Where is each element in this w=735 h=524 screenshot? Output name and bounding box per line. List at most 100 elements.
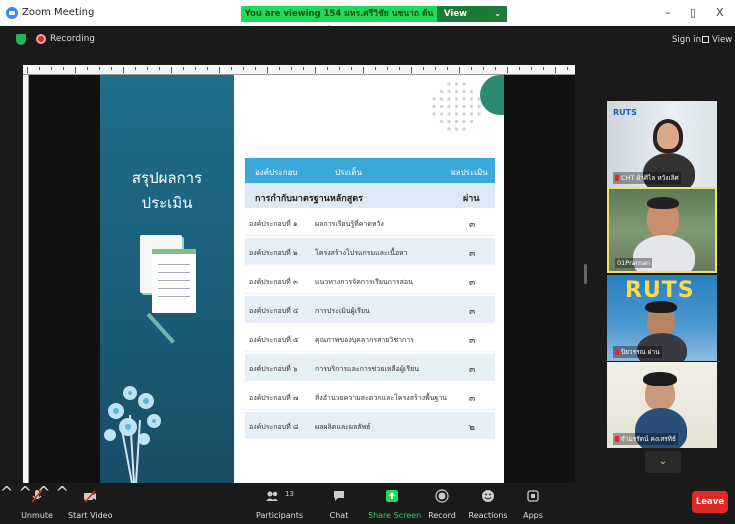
notepad-icon <box>152 249 196 313</box>
sign-in-link[interactable]: Sign in <box>672 35 701 45</box>
ruler-tick <box>447 67 448 70</box>
table-row: องค์ประกอบที่ ๑ ผลการเรียนรู้ที่คาดหวัง ๓ <box>245 209 495 236</box>
header-component: องค์ประกอบ <box>255 168 298 177</box>
decorative-dot <box>439 112 444 116</box>
ruler-tick <box>27 67 28 73</box>
row-result: ๓ <box>469 365 476 375</box>
ruler-tick <box>531 67 532 70</box>
ruts-logo: RUTS <box>613 108 637 117</box>
audio-options-caret[interactable]: ^ <box>0 483 13 502</box>
chat-icon <box>334 491 344 501</box>
close-button[interactable]: X <box>716 6 724 19</box>
row-result: ๒ <box>469 423 475 433</box>
zoom-meeting-window: Zoom Meeting You are viewing 154 มหร.ศรี… <box>0 0 735 524</box>
row-result: ๓ <box>469 307 476 317</box>
decorative-dot <box>462 97 466 101</box>
slide-title-line1: สรุปผลการ <box>131 169 203 187</box>
record-icon <box>435 489 449 503</box>
decorative-dot <box>447 112 451 116</box>
start-video-button[interactable]: Start Video <box>68 483 113 524</box>
participant-name: จำมรรัตน์ คงเสรทิธ์ <box>613 433 678 445</box>
row-result: ๓ <box>469 336 476 346</box>
table-row: องค์ประกอบที่ ๗ สิ่งอำนวยความสะดวกและโครง… <box>245 383 495 410</box>
share-screen-button[interactable]: Share Screen <box>368 483 421 524</box>
ruler-tick <box>351 67 352 70</box>
chat-label: Chat <box>329 511 349 520</box>
participant-face <box>657 123 679 149</box>
decorative-dot <box>469 97 474 101</box>
reactions-label: Reactions <box>468 511 508 520</box>
row-component: องค์ประกอบที่ ๑ <box>249 220 298 228</box>
slide-margin-left <box>29 75 100 483</box>
decorative-dot <box>469 104 474 109</box>
participant-hair <box>643 372 677 386</box>
view-options-button[interactable]: View Options ⌄ <box>437 6 507 35</box>
row-issue: ผลการเรียนรู้ที่คาดหวัง <box>315 220 384 228</box>
apps-label: Apps <box>523 511 543 520</box>
ruler-tick <box>327 67 328 70</box>
ruler-tick <box>495 67 496 70</box>
ruler-tick <box>315 67 316 73</box>
slide-title-line2: ประเมิน <box>141 194 193 212</box>
viewing-banner: You are viewing 154 มหร.ศรีวิชัย นชนาถ ต… <box>241 6 437 35</box>
ruler-tick <box>543 67 544 70</box>
view-button[interactable]: View <box>702 35 732 45</box>
slide-title: สรุปผลการ ประเมิน <box>100 166 234 216</box>
chevron-down-icon: ⌄ <box>658 456 668 467</box>
decorative-dot <box>447 119 451 124</box>
muted-mic-icon <box>615 349 619 355</box>
restore-button[interactable]: ▯ <box>690 6 696 19</box>
resize-handle[interactable] <box>584 264 587 284</box>
start-video-label: Start Video <box>68 511 113 520</box>
decorative-dot <box>454 127 459 131</box>
ruler-tick <box>219 67 220 73</box>
table-row: องค์ประกอบที่ ๒ โครงสร้างโปรแกรมและเนื้อห… <box>245 238 495 265</box>
row-component: องค์ประกอบที่ ๕ <box>249 336 299 344</box>
muted-mic-icon <box>31 489 43 503</box>
header-result: ผลประเมิน <box>451 168 488 177</box>
unmute-button[interactable]: Unmute <box>18 483 56 524</box>
ruler-tick <box>87 67 88 70</box>
decorative-dot <box>462 119 466 124</box>
participant-tile[interactable]: RUTS CHT ผ้าศิไล หวังเลิศ <box>607 101 717 187</box>
decorative-dot <box>432 97 436 101</box>
participant-name: ปิยวรรณ ผ่าน <box>613 346 662 358</box>
decorative-dot <box>469 119 474 124</box>
ruler-tick <box>231 67 232 70</box>
apps-button[interactable]: Apps <box>520 483 546 524</box>
minimize-button[interactable]: – <box>665 6 671 19</box>
ruler-tick <box>267 67 268 73</box>
decorative-dot <box>439 104 444 109</box>
ruler-tick <box>159 67 160 70</box>
decorative-dot <box>439 97 444 101</box>
record-button[interactable]: Record <box>426 483 458 524</box>
decorative-dot <box>454 104 459 109</box>
reactions-button[interactable]: Reactions <box>468 483 508 524</box>
decorative-dot <box>477 104 481 109</box>
recording-label: Recording <box>50 34 96 44</box>
decorative-dot <box>454 82 459 86</box>
ruler-tick <box>519 67 520 70</box>
participant-tile[interactable]: RUTS ปิยวรรณ ผ่าน <box>607 275 717 361</box>
leave-button[interactable]: Leave <box>692 491 728 513</box>
decorative-dot <box>462 104 466 109</box>
ruler-tick <box>243 67 244 70</box>
muted-mic-icon <box>615 175 619 181</box>
participant-tile-active[interactable]: 01Praman <box>607 187 717 273</box>
ruler-tick <box>123 67 124 73</box>
shield-icon[interactable] <box>16 34 26 45</box>
ruler-tick <box>135 67 136 70</box>
header-issue: ประเด็น <box>335 168 363 177</box>
decorative-dot <box>447 97 451 101</box>
participant-tile[interactable]: จำมรรัตน์ คงเสรทิธ์ <box>607 362 717 448</box>
row-component: องค์ประกอบที่ ๒ <box>249 249 298 257</box>
meeting-toolbar: Unmute ^ Start Video ^ 13 Participants ^ <box>0 483 735 524</box>
muted-mic-icon <box>615 436 619 442</box>
table-row: องค์ประกอบที่ ๘ ผลผลิตและผลลัพธ์ ๒ <box>245 412 495 439</box>
chat-button[interactable]: Chat <box>324 483 354 524</box>
ruler-tick <box>375 67 376 70</box>
slide-margin-right <box>504 75 575 483</box>
participants-button[interactable]: 13 Participants <box>256 483 303 524</box>
chat-options-caret[interactable]: ^ <box>56 483 69 502</box>
collapse-button[interactable]: ⌄ <box>645 451 681 473</box>
